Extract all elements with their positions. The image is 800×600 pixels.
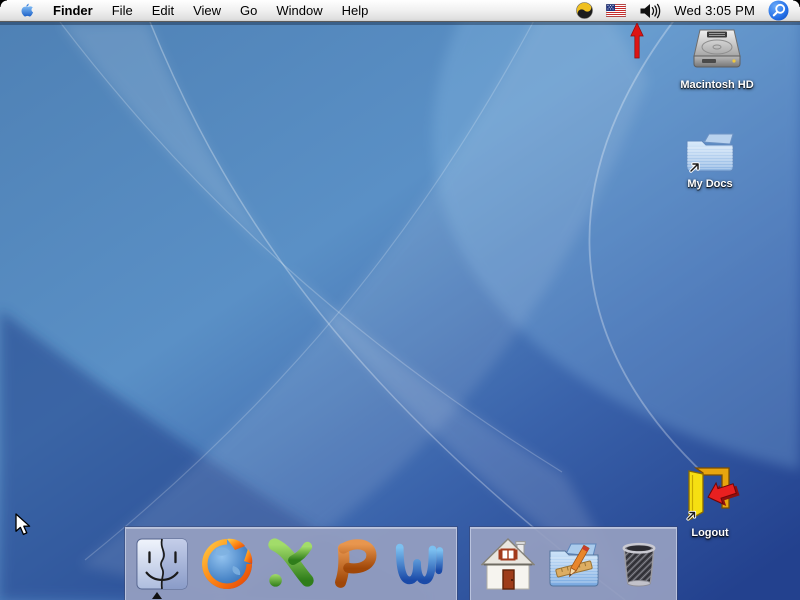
spotlight-button[interactable] <box>768 0 789 21</box>
dock-files-section <box>470 527 677 600</box>
dock-item-powerpoint[interactable] <box>327 534 383 594</box>
menu-bar-left: Finder File Edit View Go Window Help <box>0 0 368 21</box>
screen-corner-right <box>793 0 800 7</box>
menu-file[interactable]: File <box>112 0 133 21</box>
screen-corner-left <box>0 0 7 7</box>
mouse-cursor <box>14 513 36 542</box>
menu-go[interactable]: Go <box>240 0 257 21</box>
folder-alias-icon <box>683 129 737 175</box>
home-icon <box>481 537 535 591</box>
apple-logo-icon <box>19 2 34 20</box>
red-up-arrow-icon <box>629 23 645 59</box>
desktop-icon-my-docs[interactable]: My Docs <box>655 129 765 190</box>
antivirus-menu-extra[interactable] <box>576 0 593 21</box>
hard-drive-icon <box>688 28 746 76</box>
yin-yang-icon <box>576 2 593 19</box>
applications-folder-icon <box>547 539 601 589</box>
menu-edit[interactable]: Edit <box>152 0 174 21</box>
powerpoint-icon <box>328 537 382 591</box>
menu-bar-right: Wed 3:05 PM <box>576 0 800 21</box>
desktop-icon-macintosh-hd[interactable]: Macintosh HD <box>662 28 772 91</box>
dock-item-home[interactable] <box>480 534 536 594</box>
dock-item-excel[interactable] <box>263 534 319 594</box>
arrow-pointer-icon <box>14 513 36 537</box>
annotation-red-arrow <box>629 23 645 64</box>
logout-door-icon <box>679 464 741 524</box>
menu-help[interactable]: Help <box>342 0 369 21</box>
dock-apps-section <box>125 527 457 600</box>
spotlight-icon <box>768 0 789 21</box>
dock-item-applications[interactable] <box>546 534 602 594</box>
menu-window[interactable]: Window <box>276 0 322 21</box>
finder-running-indicator <box>152 592 162 599</box>
desktop-icon-label: Logout <box>691 527 728 539</box>
desktop-icon-label: Macintosh HD <box>680 79 753 91</box>
finder-icon <box>136 538 188 590</box>
app-menu-finder[interactable]: Finder <box>53 0 93 21</box>
volume-menu-extra[interactable] <box>639 0 661 21</box>
trash-icon <box>614 538 664 590</box>
input-language-menu[interactable] <box>606 0 626 21</box>
menu-clock[interactable]: Wed 3:05 PM <box>674 0 755 21</box>
menu-bar: Finder File Edit View Go Window Help <box>0 0 800 22</box>
word-icon <box>393 537 447 591</box>
firefox-icon <box>199 536 255 592</box>
dock-item-finder[interactable] <box>134 534 190 594</box>
menu-view[interactable]: View <box>193 0 221 21</box>
mac-desktop-screen: Finder File Edit View Go Window Help <box>0 0 800 600</box>
us-flag-icon <box>606 4 626 17</box>
dock-item-firefox[interactable] <box>199 534 255 594</box>
excel-icon <box>264 537 318 591</box>
apple-menu[interactable] <box>19 0 34 21</box>
dock-item-word[interactable] <box>392 534 448 594</box>
desktop-icon-label: My Docs <box>687 178 732 190</box>
volume-icon <box>639 3 661 19</box>
dock-item-trash[interactable] <box>611 534 667 594</box>
